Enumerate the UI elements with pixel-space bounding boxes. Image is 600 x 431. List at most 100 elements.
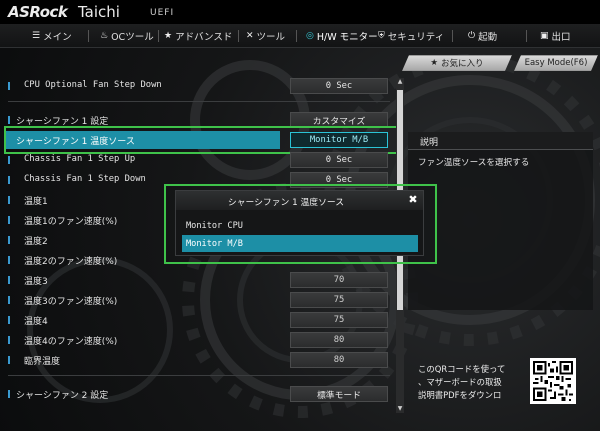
setting-label: 臨界温度 xyxy=(24,357,61,367)
row-marker xyxy=(8,316,10,324)
uefi-label: UEFI xyxy=(150,8,175,18)
tab-oc-tools-label: OCツール xyxy=(111,32,154,43)
nav-divider xyxy=(158,30,159,42)
setting-value[interactable]: 75 xyxy=(290,312,388,328)
setting-row[interactable]: 温度3のファン速度(%) 75 xyxy=(0,290,400,310)
tab-tools-label: ツール xyxy=(256,32,286,43)
favorites-button[interactable]: ★ お気に入り xyxy=(402,55,512,71)
row-marker xyxy=(8,276,10,284)
model-logo: Taichi xyxy=(78,3,120,21)
setting-value[interactable]: 標準モード xyxy=(290,386,388,402)
tab-tools[interactable]: ✕ ツール xyxy=(246,24,285,48)
option-monitor-mb[interactable]: Monitor M/B xyxy=(182,235,418,252)
tab-advanced[interactable]: ★ アドバンスド xyxy=(164,24,232,48)
row-marker xyxy=(8,236,10,244)
setting-row[interactable]: 温度3 70 xyxy=(0,270,400,290)
setting-row[interactable]: 温度4のファン速度(%) 80 xyxy=(0,330,400,350)
setting-row[interactable]: Chassis Fan 1 Step Up 0 Sec xyxy=(0,150,400,170)
description-header: 説明 xyxy=(408,132,593,150)
description-title: 説明 xyxy=(420,138,439,148)
row-marker xyxy=(8,116,10,124)
qr-caption-line: このQRコードを使って xyxy=(418,364,506,374)
setting-label: 温度3 xyxy=(24,277,48,287)
exit-icon: ▣ xyxy=(540,31,549,41)
qr-code-icon xyxy=(530,358,576,404)
setting-label: CPU Optional Fan Step Down xyxy=(24,80,162,90)
divider xyxy=(8,375,390,376)
flame-icon: ♨ xyxy=(100,31,109,41)
qr-caption-line: 説明書PDFをダウンロ xyxy=(418,390,502,400)
easy-mode-button[interactable]: Easy Mode(F6) xyxy=(514,55,598,71)
tab-hw-monitor-label: H/W モニター xyxy=(316,32,378,43)
setting-value[interactable]: 75 xyxy=(290,292,388,308)
option-monitor-cpu[interactable]: Monitor CPU xyxy=(182,217,418,234)
setting-row[interactable]: 臨界温度 80 xyxy=(0,350,400,370)
setting-value[interactable]: 70 xyxy=(290,272,388,288)
close-icon[interactable]: ✖ xyxy=(407,194,419,206)
nav-divider xyxy=(238,30,239,42)
setting-row[interactable]: CPU Optional Fan Step Down 0 Sec xyxy=(0,76,400,96)
shield-icon: ⛨ xyxy=(378,31,385,41)
setting-label: 温度1 xyxy=(24,197,48,207)
tab-exit-label: 出口 xyxy=(551,32,571,43)
star-icon: ★ xyxy=(164,31,173,41)
main-nav: ☰ メイン ♨ OCツール ★ アドバンスド ✕ ツール ◎ H/W モニター … xyxy=(0,24,600,48)
setting-value[interactable]: 0 Sec xyxy=(290,78,388,94)
qr-caption: このQRコードを使って 、マザーボードの取扱 説明書PDFをダウンロ xyxy=(418,363,505,402)
divider xyxy=(8,101,390,102)
row-marker xyxy=(8,336,10,344)
setting-value[interactable]: 80 xyxy=(290,352,388,368)
tab-boot-label: 起動 xyxy=(478,32,498,43)
nav-divider xyxy=(526,30,527,42)
row-marker xyxy=(8,390,10,398)
setting-label: 温度1のファン速度(%) xyxy=(24,217,118,227)
menu-icon: ☰ xyxy=(32,31,41,41)
row-marker xyxy=(8,296,10,304)
dialog-title: シャーシファン 1 温度ソース xyxy=(227,198,345,208)
header-bar: ASRock Taichi UEFI xyxy=(0,0,600,24)
star-icon: ★ xyxy=(430,58,439,68)
setting-label: 温度2のファン速度(%) xyxy=(24,257,118,267)
dialog-header: シャーシファン 1 温度ソース ✖ xyxy=(176,191,423,210)
monitor-icon: ◎ xyxy=(306,31,314,41)
tab-main[interactable]: ☰ メイン xyxy=(32,24,72,48)
setting-row[interactable]: シャーシファン 2 設定 標準モード xyxy=(0,384,400,404)
tab-hw-monitor[interactable]: ◎ H/W モニター xyxy=(306,24,378,48)
setting-value[interactable]: 0 Sec xyxy=(290,152,388,168)
setting-value[interactable]: 80 xyxy=(290,332,388,348)
row-marker xyxy=(8,176,10,184)
row-marker xyxy=(8,156,10,164)
power-icon: ⏻ xyxy=(468,31,476,41)
nav-divider xyxy=(296,30,297,42)
tab-security[interactable]: ⛨ セキュリティ xyxy=(378,24,444,48)
setting-label: Chassis Fan 1 Step Down xyxy=(24,174,146,184)
row-marker xyxy=(8,356,10,364)
temp-source-dialog: シャーシファン 1 温度ソース ✖ Monitor CPU Monitor M/… xyxy=(175,190,424,256)
tab-exit[interactable]: ▣ 出口 xyxy=(540,24,571,48)
setting-label: 温度4のファン速度(%) xyxy=(24,337,118,347)
tab-advanced-label: アドバンスド xyxy=(175,32,233,43)
row-marker xyxy=(8,196,10,204)
scroll-down-icon[interactable]: ▼ xyxy=(396,405,404,413)
tab-oc-tools[interactable]: ♨ OCツール xyxy=(100,24,154,48)
bios-screen: ASRock Taichi UEFI ☰ メイン ♨ OCツール ★ アドバンス… xyxy=(0,0,600,431)
setting-label: 温度3のファン速度(%) xyxy=(24,297,118,307)
nav-divider xyxy=(88,30,89,42)
tab-main-label: メイン xyxy=(43,32,72,43)
setting-row[interactable]: 温度4 75 xyxy=(0,310,400,330)
wrench-icon: ✕ xyxy=(246,31,254,41)
easy-mode-label: Easy Mode(F6) xyxy=(524,58,588,68)
description-text: ファン温度ソースを選択する xyxy=(418,158,530,168)
tab-boot[interactable]: ⏻ 起動 xyxy=(468,24,497,48)
qr-caption-line: 、マザーボードの取扱 xyxy=(418,377,502,387)
tab-security-label: セキュリティ xyxy=(387,32,445,43)
row-marker xyxy=(8,216,10,224)
nav-divider xyxy=(452,30,453,42)
brand-logo: ASRock xyxy=(8,3,68,21)
setting-label: 温度4 xyxy=(24,317,48,327)
setting-label: 温度2 xyxy=(24,237,48,247)
scroll-up-icon[interactable]: ▲ xyxy=(396,78,404,86)
favorites-label: お気に入り xyxy=(441,59,484,69)
row-marker xyxy=(8,82,10,90)
row-marker xyxy=(8,256,10,264)
